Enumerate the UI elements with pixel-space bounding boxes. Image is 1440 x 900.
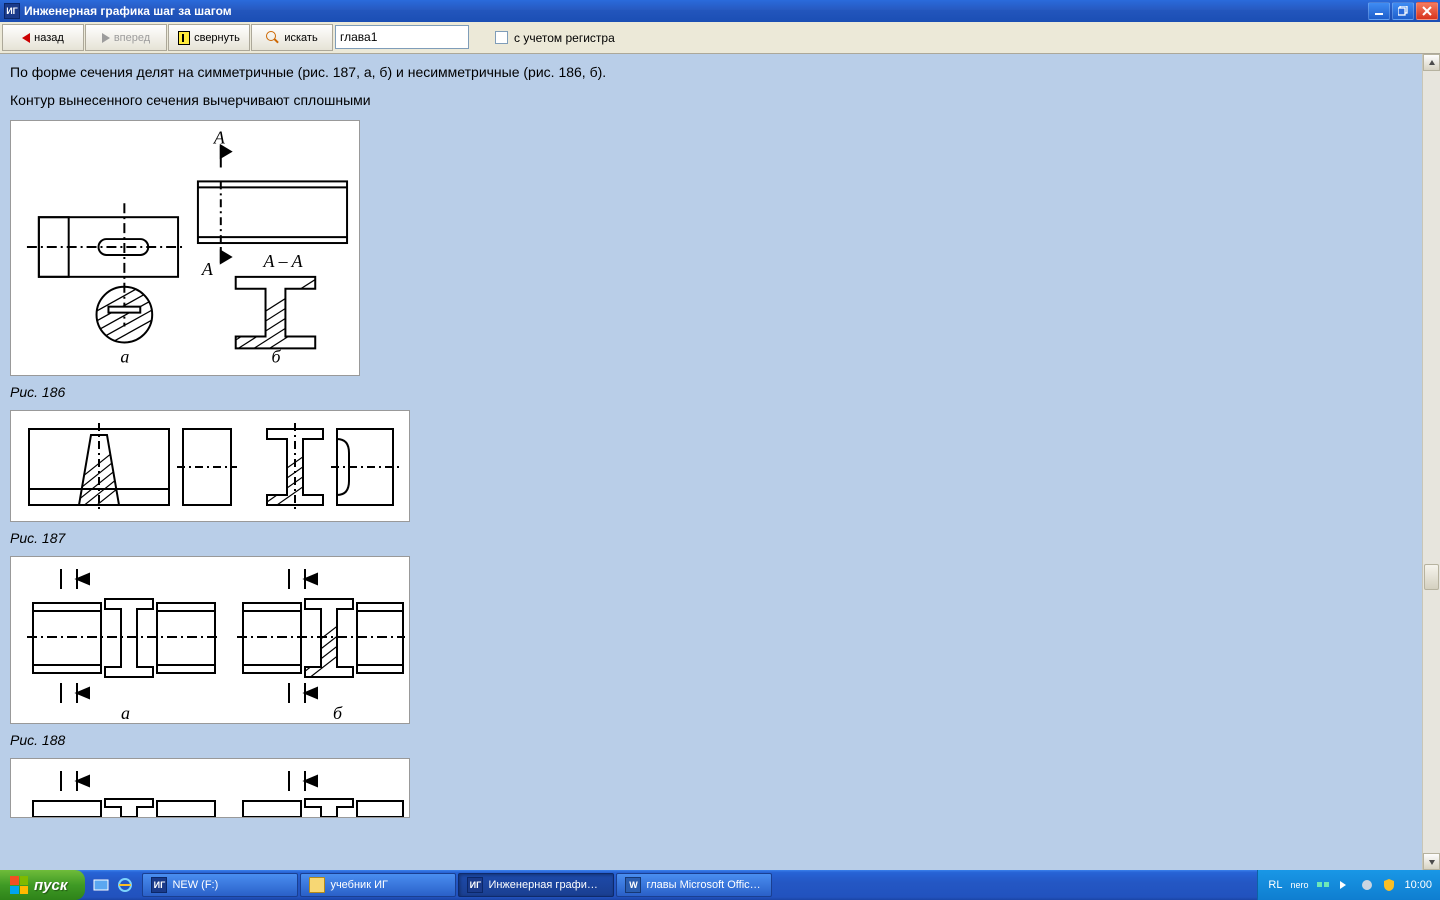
scroll-thumb[interactable] (1424, 564, 1439, 590)
task-item-2[interactable]: ИГ Инженерная графи… (458, 873, 614, 897)
app-window: ИГ Инженерная графика шаг за шагом назад… (0, 0, 1440, 870)
caption-186: Рис. 186 (10, 384, 1412, 400)
forward-label: вперед (114, 32, 150, 44)
quick-launch (85, 870, 141, 900)
task-icon-folder (309, 877, 325, 893)
paragraph-1: По форме сечения делят на симметричные (… (10, 64, 1412, 80)
windows-logo-icon (10, 876, 28, 894)
system-tray: RL nero 10:00 (1257, 870, 1440, 900)
caption-188: Рис. 188 (10, 732, 1412, 748)
case-label: с учетом регистра (514, 31, 615, 45)
tray-hide-icon[interactable] (1338, 878, 1352, 892)
label-A: A (213, 128, 225, 148)
figure-189-partial (10, 758, 410, 818)
search-input[interactable] (335, 25, 469, 49)
clock[interactable]: 10:00 (1404, 879, 1432, 891)
fig188-b: б (333, 703, 343, 723)
case-checkbox-wrap[interactable]: с учетом регистра (495, 24, 615, 51)
checkbox-icon[interactable] (495, 31, 508, 44)
back-button[interactable]: назад (2, 24, 84, 51)
back-label: назад (34, 32, 64, 44)
tray-volume-icon[interactable] (1360, 878, 1374, 892)
toolbar: назад вперед свернуть искать с учетом ре… (0, 22, 1440, 54)
collapse-label: свернуть (194, 32, 240, 44)
fig188-a: а (121, 703, 130, 723)
task-label-3: главы Microsoft Offic… (646, 879, 760, 891)
scroll-up-button[interactable] (1423, 54, 1440, 71)
window-title: Инженерная графика шаг за шагом (24, 4, 1368, 18)
label-A2: A (201, 259, 213, 279)
quicklaunch-ie-icon[interactable] (115, 874, 135, 896)
search-label: искать (284, 32, 317, 44)
arrow-left-icon (22, 33, 30, 43)
app-icon: ИГ (4, 3, 20, 19)
label-b: б (271, 346, 281, 366)
forward-button[interactable]: вперед (85, 24, 167, 51)
start-button[interactable]: пуск (0, 870, 85, 900)
task-icon-app2: ИГ (467, 877, 483, 893)
task-item-0[interactable]: ИГ NEW (F:) (142, 873, 298, 897)
tray-shield-icon[interactable] (1382, 878, 1396, 892)
task-icon-app: ИГ (151, 877, 167, 893)
title-bar: ИГ Инженерная графика шаг за шагом (0, 0, 1440, 22)
figure-187 (10, 410, 410, 522)
figure-188: а б (10, 556, 410, 724)
task-item-3[interactable]: W главы Microsoft Offic… (616, 873, 772, 897)
task-label-0: NEW (F:) (172, 879, 218, 891)
search-button[interactable]: искать (251, 24, 333, 51)
task-label-2: Инженерная графи… (488, 879, 597, 891)
collapse-icon (178, 31, 190, 45)
task-label-1: учебник ИГ (330, 879, 387, 891)
tray-brand: nero (1290, 881, 1308, 890)
task-item-1[interactable]: учебник ИГ (300, 873, 456, 897)
task-icon-word: W (625, 877, 641, 893)
scroll-down-button[interactable] (1423, 853, 1440, 870)
document-content: По форме сечения делят на симметричные (… (0, 54, 1422, 870)
label-a: а (120, 346, 129, 366)
caption-187: Рис. 187 (10, 530, 1412, 546)
language-indicator[interactable]: RL (1268, 879, 1282, 891)
restore-button[interactable] (1392, 2, 1414, 20)
paragraph-2: Контур вынесенного сечения вычерчивают с… (10, 92, 1412, 108)
quicklaunch-desktop-icon[interactable] (91, 874, 111, 896)
scroll-track[interactable] (1423, 71, 1440, 853)
tray-network-icon[interactable] (1316, 878, 1330, 892)
taskbar: пуск ИГ NEW (F:) учебник ИГ ИГ Инженерна… (0, 870, 1440, 900)
arrow-right-icon (102, 33, 110, 43)
close-button[interactable] (1416, 2, 1438, 20)
collapse-button[interactable]: свернуть (168, 24, 250, 51)
content-outer: По форме сечения делят на симметричные (… (0, 54, 1440, 870)
minimize-button[interactable] (1368, 2, 1390, 20)
window-control-buttons (1368, 2, 1438, 20)
label-AA: A – A (263, 251, 303, 271)
search-icon (266, 31, 280, 45)
vertical-scrollbar[interactable] (1422, 54, 1440, 870)
start-label: пуск (34, 877, 67, 894)
figure-186: A A A – A а б (10, 120, 360, 376)
